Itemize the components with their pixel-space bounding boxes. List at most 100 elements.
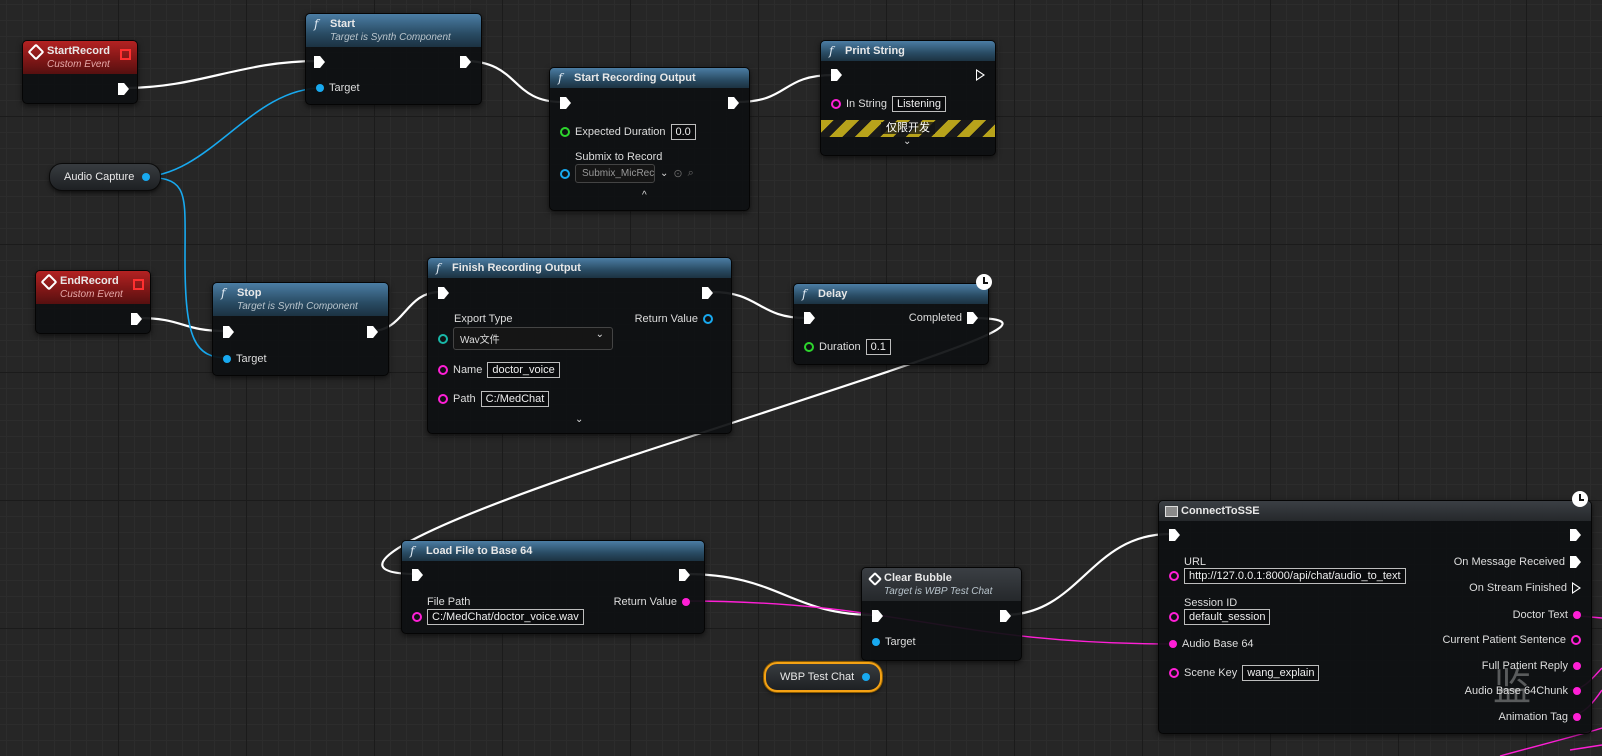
node-end-record[interactable]: EndRecord Custom Event	[35, 270, 151, 334]
exec-arrow-icon	[460, 56, 471, 68]
in-string-pin[interactable]: In String Listening	[831, 96, 947, 112]
in-string-input[interactable]: Listening	[891, 96, 947, 112]
node-delay[interactable]: f Delay Completed Duration 0.1	[793, 283, 989, 365]
exec-arrow-icon	[1572, 582, 1581, 594]
node-stop[interactable]: f Stop Target is Synth Component Target	[212, 282, 389, 376]
submix-pin[interactable]: Submix_MicRec ⌄ ⊙ ⌕	[560, 164, 694, 183]
development-only-banner: 仅限开发	[821, 120, 995, 137]
string-pin-icon	[1573, 713, 1581, 721]
exec-in-pin[interactable]	[831, 69, 842, 81]
exec-out-pin[interactable]	[1570, 529, 1581, 541]
target-pin[interactable]: Target	[223, 353, 267, 365]
variable-wbp-test-chat[interactable]: WBP Test Chat	[764, 662, 883, 692]
completed-pin[interactable]: Completed	[909, 312, 978, 324]
submix-dropdown[interactable]: Submix_MicRec	[575, 164, 655, 183]
exec-out-pin[interactable]	[131, 313, 142, 325]
exec-in-pin[interactable]	[872, 610, 883, 622]
exec-arrow-icon	[1570, 556, 1581, 568]
export-type-dropdown[interactable]: Wav文件 ⌄	[453, 327, 613, 350]
return-value-pin[interactable]: Return Value	[635, 313, 713, 325]
pin-label: Return Value	[634, 313, 698, 325]
exec-in-pin[interactable]	[412, 569, 423, 581]
exec-in-pin[interactable]	[223, 326, 234, 338]
exec-arrow-icon	[1169, 529, 1180, 541]
exec-in-pin[interactable]	[1169, 529, 1180, 541]
object-pin-icon	[316, 84, 324, 92]
path-input[interactable]: C:/MedChat	[480, 391, 550, 407]
duration-input[interactable]: 0.1	[865, 339, 891, 355]
exec-out-pin[interactable]	[679, 569, 690, 581]
string-pin-icon	[1573, 662, 1581, 670]
delegate-pin-icon[interactable]	[120, 49, 131, 60]
object-pin-icon[interactable]	[862, 673, 871, 681]
session-id-pin[interactable]: default_session	[1169, 609, 1271, 625]
node-title: Start	[330, 18, 356, 30]
collapse-advanced-button[interactable]: ^	[642, 190, 647, 201]
function-icon: f	[829, 44, 834, 58]
audio-base64-pin[interactable]: Audio Base 64	[1169, 638, 1254, 650]
scene-key-input[interactable]: wang_explain	[1242, 665, 1320, 681]
node-title: Load File to Base 64	[426, 545, 533, 557]
exec-out-pin[interactable]	[976, 69, 985, 81]
session-id-input[interactable]: default_session	[1184, 609, 1271, 625]
chevron-down-icon: ⌄	[903, 136, 912, 147]
on-stream-finished-pin[interactable]: On Stream Finished	[1469, 582, 1581, 594]
return-value-pin[interactable]: Return Value	[614, 596, 690, 608]
exec-out-pin[interactable]	[460, 56, 471, 68]
exec-in-pin[interactable]	[438, 287, 449, 299]
corner-watermark: 监	[1493, 667, 1532, 709]
object-pin-icon[interactable]	[142, 173, 151, 181]
target-pin[interactable]: Target	[316, 82, 360, 94]
node-print-string[interactable]: f Print String In String Listening 仅限开发 ⌄	[820, 40, 996, 156]
file-path-input[interactable]: C:/MedChat/doctor_voice.wav	[427, 609, 584, 625]
delegate-pin-icon[interactable]	[133, 279, 144, 290]
node-clear-bubble[interactable]: Clear Bubble Target is WBP Test Chat Tar…	[861, 567, 1022, 661]
url-pin[interactable]: http://127.0.0.1:8000/api/chat/audio_to_…	[1169, 568, 1406, 584]
on-message-received-pin[interactable]: On Message Received	[1454, 556, 1581, 568]
string-pin-icon	[1169, 640, 1177, 648]
expand-advanced-button[interactable]: ⌄	[575, 414, 583, 425]
node-start-record[interactable]: StartRecord Custom Event	[22, 40, 138, 104]
current-patient-sentence-pin[interactable]: Current Patient Sentence	[1442, 634, 1581, 646]
variable-audio-capture[interactable]: Audio Capture	[49, 163, 162, 191]
name-pin[interactable]: Name doctor_voice	[438, 362, 560, 378]
duration-pin[interactable]: Duration 0.1	[804, 339, 891, 355]
node-header: StartRecord Custom Event	[23, 41, 137, 74]
float-pin-icon	[560, 127, 570, 137]
function-icon: f	[558, 71, 563, 85]
url-input[interactable]: http://127.0.0.1:8000/api/chat/audio_to_…	[1184, 568, 1406, 584]
animation-tag-pin[interactable]: Animation Tag	[1498, 711, 1581, 723]
browse-icon[interactable]: ⊙	[673, 167, 682, 180]
string-pin-icon	[682, 598, 690, 606]
export-type-pin[interactable]: Wav文件 ⌄	[438, 327, 613, 350]
node-finish-recording-output[interactable]: f Finish Recording Output Export Type Wa…	[427, 257, 732, 434]
node-start[interactable]: f Start Target is Synth Component Target	[305, 13, 482, 105]
string-pin-icon	[1169, 571, 1179, 581]
file-path-pin[interactable]: C:/MedChat/doctor_voice.wav	[412, 609, 584, 625]
name-input[interactable]: doctor_voice	[487, 362, 560, 378]
exec-out-pin[interactable]	[118, 83, 129, 95]
scene-key-pin[interactable]: Scene Key wang_explain	[1169, 665, 1320, 681]
expected-duration-input[interactable]: 0.0	[670, 124, 696, 140]
expand-advanced-button[interactable]: ⌄	[903, 136, 911, 147]
node-subtitle: Target is WBP Test Chat	[884, 586, 993, 597]
exec-out-pin[interactable]	[367, 326, 378, 338]
exec-in-pin[interactable]	[804, 312, 815, 324]
target-pin[interactable]: Target	[872, 636, 916, 648]
path-pin[interactable]: Path C:/MedChat	[438, 391, 550, 407]
exec-out-pin[interactable]	[702, 287, 713, 299]
doctor-text-pin[interactable]: Doctor Text	[1513, 609, 1581, 621]
chevron-down-icon[interactable]: ⌄	[660, 168, 668, 179]
search-icon[interactable]: ⌕	[688, 167, 694, 180]
file-path-label: File Path	[427, 596, 471, 608]
exec-out-pin[interactable]	[728, 97, 739, 109]
node-load-file-to-base64[interactable]: f Load File to Base 64 File Path C:/MedC…	[401, 540, 705, 634]
expected-duration-pin[interactable]: Expected Duration 0.0	[560, 124, 696, 140]
node-title: ConnectToSSE	[1181, 505, 1260, 517]
node-start-recording-output[interactable]: f Start Recording Output Expected Durati…	[549, 67, 750, 211]
pin-label: Target	[885, 636, 916, 648]
exec-out-pin[interactable]	[1000, 610, 1011, 622]
node-title: EndRecord	[60, 275, 119, 287]
exec-in-pin[interactable]	[560, 97, 571, 109]
exec-in-pin[interactable]	[314, 56, 325, 68]
